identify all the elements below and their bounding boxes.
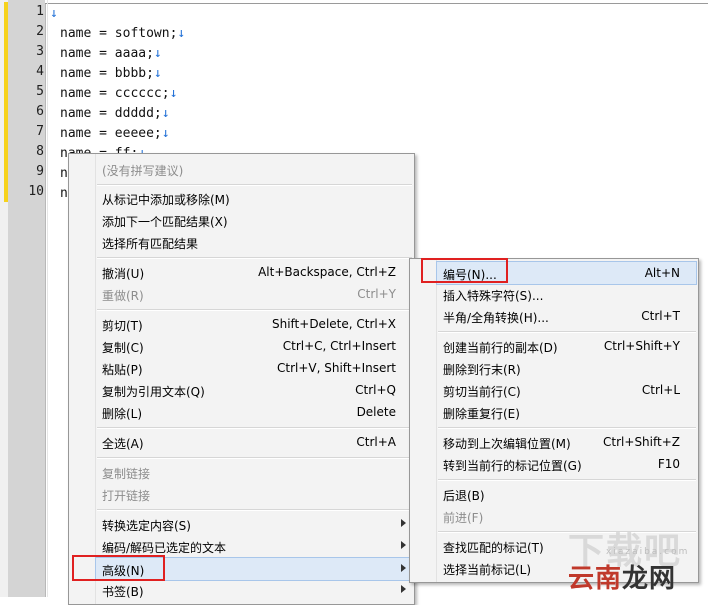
- gutter-separator: [47, 0, 48, 597]
- menu-item-redo[interactable]: 重做(R) Ctrl+Y: [96, 283, 412, 305]
- menu-icon-column: [410, 259, 437, 582]
- menu-item-delete[interactable]: 删除(L) Delete: [96, 401, 412, 423]
- menu-separator: [438, 331, 696, 333]
- code-line[interactable]: name = eeeee;↓: [60, 126, 170, 141]
- code-line[interactable]: name = cccccc;↓: [60, 86, 177, 101]
- menu-item-undo[interactable]: 撤消(U) Alt+Backspace, Ctrl+Z: [96, 261, 412, 283]
- line-number: 7: [36, 124, 44, 139]
- eol-mark: ↓: [153, 66, 162, 81]
- menu-item-convert-selection[interactable]: 转换选定内容(S): [96, 513, 412, 535]
- line-number: 10: [28, 184, 44, 199]
- menu-item-encode-decode[interactable]: 编码/解码已选定的文本: [96, 535, 412, 557]
- menu-separator: [97, 427, 412, 429]
- menu-separator: [438, 479, 696, 481]
- code-line[interactable]: name = softown;↓: [60, 26, 185, 41]
- menu-item-add-next-match[interactable]: 添加下一个匹配结果(X): [96, 209, 412, 231]
- menu-item-cut[interactable]: 剪切(T) Shift+Delete, Ctrl+X: [96, 313, 412, 335]
- submenu-arrow-icon: [401, 519, 406, 527]
- menu-item-toggle-mark[interactable]: 从标记中添加或移除(M): [96, 187, 412, 209]
- eol-mark: ↓: [177, 26, 186, 41]
- eol-mark: ↓: [50, 6, 58, 21]
- line-number-gutter[interactable]: 1 2 3 4 5 6 7 8 9 10: [8, 0, 46, 597]
- menu-item-width-convert[interactable]: 半角/全角转换(H)... Ctrl+T: [437, 305, 696, 327]
- submenu-arrow-icon: [401, 585, 406, 593]
- annotation-highlight-numbering: [421, 258, 508, 283]
- submenu-arrow-icon: [401, 541, 406, 549]
- line-number: 8: [36, 144, 44, 159]
- code-line[interactable]: n: [60, 166, 68, 181]
- menu-separator: [97, 509, 412, 511]
- line-number: 4: [36, 64, 44, 79]
- menu-separator: [97, 309, 412, 311]
- line-number: 5: [36, 84, 44, 99]
- context-menu: (没有拼写建议) 从标记中添加或移除(M) 添加下一个匹配结果(X) 选择所有匹…: [68, 153, 415, 605]
- menu-item-cut-line[interactable]: 剪切当前行(C) Ctrl+L: [437, 379, 696, 401]
- code-line[interactable]: name = bbbb;↓: [60, 66, 162, 81]
- code-line[interactable]: name = aaaa;↓: [60, 46, 162, 61]
- eol-mark: ↓: [161, 106, 170, 121]
- menu-item-select-all-matches[interactable]: 选择所有匹配结果: [96, 231, 412, 253]
- menu-item-insert-special-char[interactable]: 插入特殊字符(S)...: [437, 283, 696, 305]
- watermark-main-text: 云南龙网: [568, 564, 677, 594]
- watermark-logo: 下载吧 xiazaiba.com 云南龙网: [566, 522, 706, 594]
- menu-item-bookmarks[interactable]: 书签(B): [96, 579, 412, 601]
- menu-item-open-link[interactable]: 打开链接: [96, 483, 412, 505]
- menu-item-copy-as-quote[interactable]: 复制为引用文本(Q) Ctrl+Q: [96, 379, 412, 401]
- line-number: 1: [36, 4, 44, 19]
- menu-item-copy[interactable]: 复制(C) Ctrl+C, Ctrl+Insert: [96, 335, 412, 357]
- eol-mark: ↓: [161, 126, 170, 141]
- submenu-arrow-icon: [401, 564, 406, 572]
- menu-separator: [97, 184, 412, 186]
- eol-mark: ↓: [153, 46, 162, 61]
- annotation-highlight-advanced: [72, 555, 165, 581]
- code-line[interactable]: n: [60, 186, 68, 201]
- menu-item-remove-duplicates[interactable]: 删除重复行(E): [437, 401, 696, 423]
- watermark-site-text: xiazaiba.com: [606, 547, 690, 557]
- menu-item-no-spell-suggestions: (没有拼写建议): [102, 164, 184, 178]
- menu-separator: [97, 457, 412, 459]
- menu-item-goto-line-mark[interactable]: 转到当前行的标记位置(G) F10: [437, 453, 696, 475]
- menu-item-select-all[interactable]: 全选(A) Ctrl+A: [96, 431, 412, 453]
- menu-item-delete-to-eol[interactable]: 删除到行末(R): [437, 357, 696, 379]
- menu-separator: [438, 427, 696, 429]
- editor-top-border: [45, 0, 708, 4]
- menu-item-back[interactable]: 后退(B): [437, 483, 696, 505]
- code-line[interactable]: name = ddddd;↓: [60, 106, 170, 121]
- menu-icon-column: [69, 154, 96, 604]
- menu-item-copy-link[interactable]: 复制链接: [96, 461, 412, 483]
- line-number: 6: [36, 104, 44, 119]
- menu-item-paste[interactable]: 粘贴(P) Ctrl+V, Shift+Insert: [96, 357, 412, 379]
- eol-mark: ↓: [169, 86, 178, 101]
- code-line[interactable]: ↓: [50, 6, 58, 21]
- line-number: 3: [36, 44, 44, 59]
- menu-separator: [97, 257, 412, 259]
- menu-item-last-edit-position[interactable]: 移动到上次编辑位置(M) Ctrl+Shift+Z: [437, 431, 696, 453]
- menu-item-duplicate-line[interactable]: 创建当前行的副本(D) Ctrl+Shift+Y: [437, 335, 696, 357]
- line-number: 2: [36, 24, 44, 39]
- line-number: 9: [36, 164, 44, 179]
